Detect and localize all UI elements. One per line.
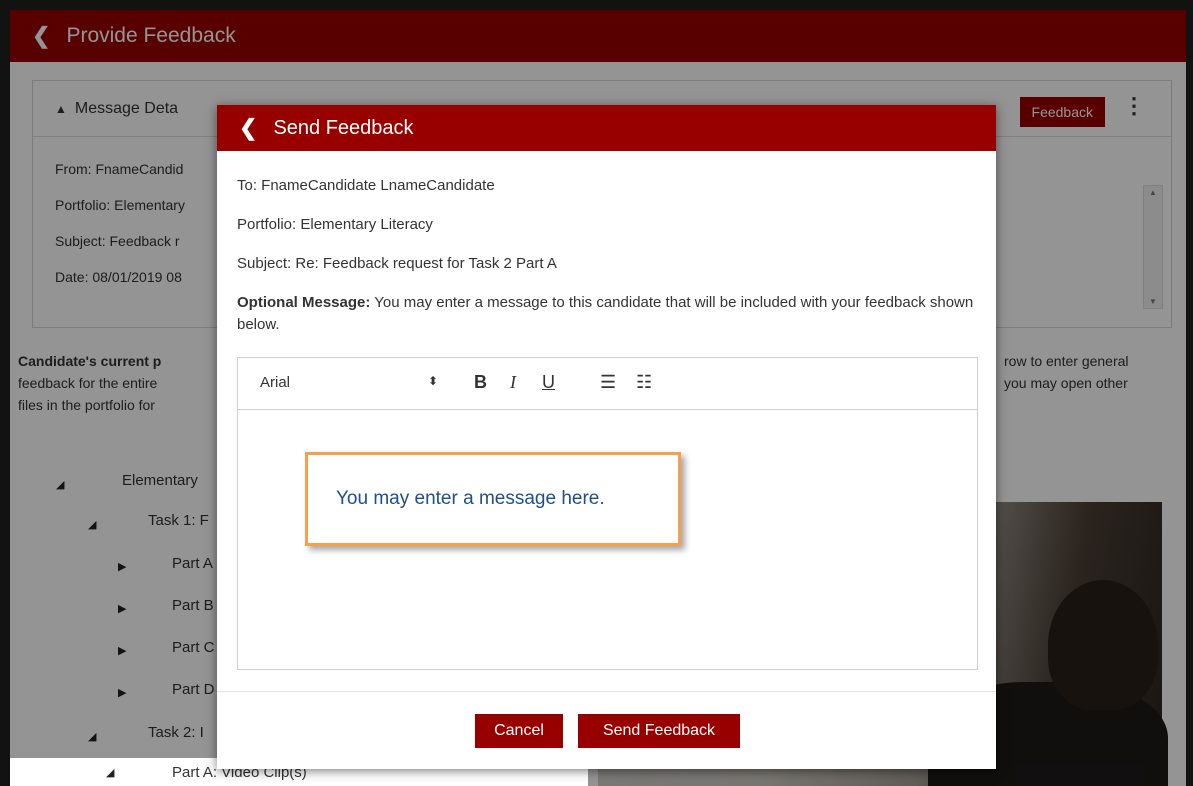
bullet-list-icon[interactable]: ☷ [636, 372, 652, 393]
portfolio-line: Portfolio: Elementary Literacy [237, 216, 433, 233]
to-line: To: FnameCandidate LnameCandidate [237, 177, 495, 194]
collapse-triangle-icon[interactable]: ◢ [106, 766, 114, 779]
optional-message-text: Optional Message: You may enter a messag… [237, 292, 977, 336]
modal-footer: Cancel Send Feedback [217, 691, 996, 769]
chevron-left-icon[interactable]: ❮ [239, 115, 257, 141]
send-feedback-modal: ❮ Send Feedback To: FnameCandidate Lname… [217, 105, 996, 769]
modal-header: ❮ Send Feedback [217, 105, 996, 151]
send-feedback-button[interactable]: Send Feedback [578, 714, 740, 748]
select-arrows-icon[interactable]: ⬍ [428, 374, 438, 388]
optional-message-label: Optional Message: [237, 294, 371, 311]
modal-title: Send Feedback [273, 116, 414, 139]
ordered-list-icon[interactable]: ☰ [600, 372, 616, 393]
message-hint-callout: You may enter a message here. [305, 452, 681, 546]
font-select[interactable]: Arial [260, 374, 290, 391]
underline-button[interactable]: U [542, 372, 555, 393]
editor-toolbar: Arial ⬍ B I U ☰ ☷ [238, 358, 977, 410]
cancel-button[interactable]: Cancel [475, 714, 563, 748]
italic-button[interactable]: I [510, 372, 516, 393]
subject-line: Subject: Re: Feedback request for Task 2… [237, 255, 557, 272]
bold-button[interactable]: B [474, 372, 487, 393]
